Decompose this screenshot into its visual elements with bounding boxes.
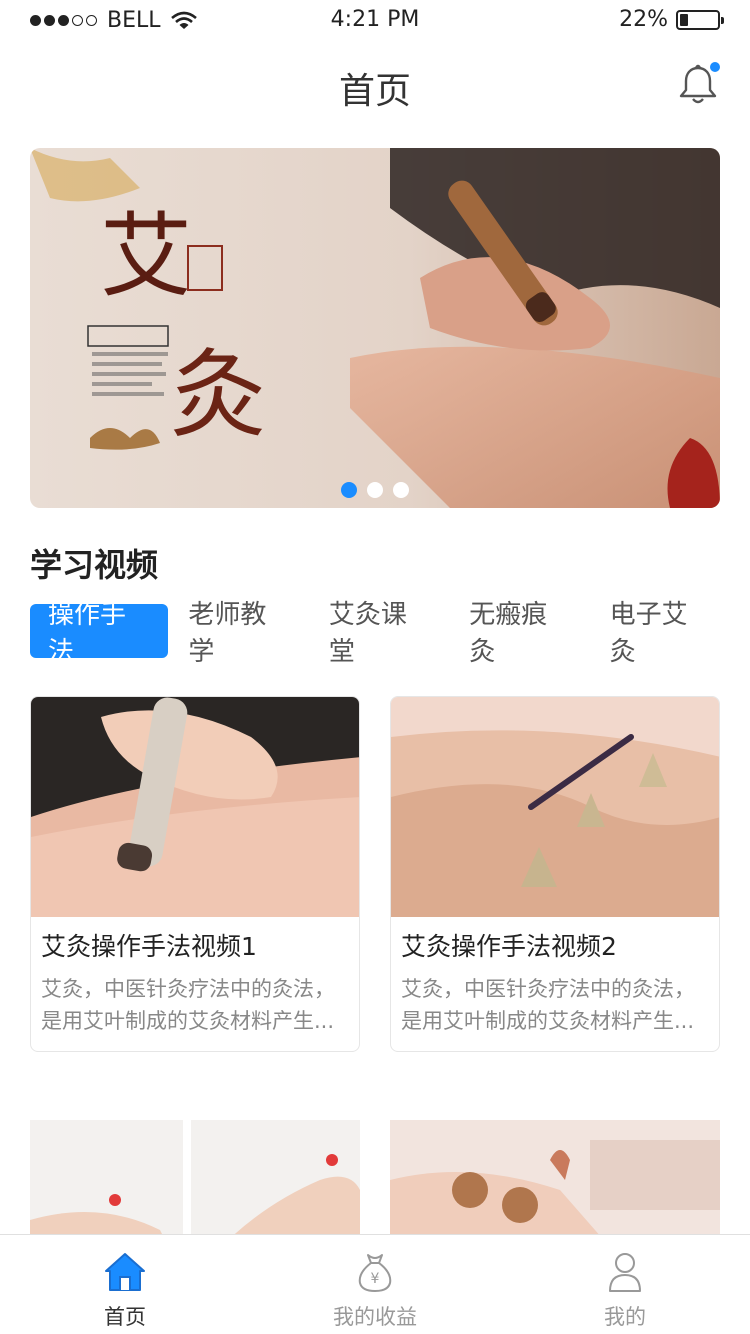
banner-image: 艾 灸 bbox=[30, 148, 720, 508]
svg-text:艾: 艾 bbox=[100, 203, 192, 310]
tabbar-label: 首页 bbox=[104, 1305, 146, 1329]
banner-dot[interactable] bbox=[341, 482, 357, 498]
tabbar-item-profile[interactable]: 我的 bbox=[500, 1235, 750, 1334]
money-bag-icon: ¥ bbox=[358, 1254, 392, 1293]
home-icon bbox=[105, 1253, 145, 1291]
svg-text:灸: 灸 bbox=[170, 339, 266, 451]
video-card[interactable]: 艾灸操作手法视频2 艾灸，中医针灸疗法中的灸法，是用艾叶制成的艾灸材料产生... bbox=[390, 696, 720, 1052]
video-card-body: 艾灸操作手法视频1 艾灸，中医针灸疗法中的灸法，是用艾叶制成的艾灸材料产生... bbox=[31, 917, 359, 1051]
battery-percent: 22% bbox=[619, 7, 668, 32]
tabbar-item-earnings[interactable]: ¥ 我的收益 bbox=[250, 1235, 500, 1334]
battery-status: 22% bbox=[619, 7, 724, 32]
video-thumbnail bbox=[31, 697, 359, 917]
nav-bar: 首页 bbox=[0, 40, 750, 128]
notification-button[interactable] bbox=[678, 62, 720, 106]
tab-classroom[interactable]: 艾灸课堂 bbox=[311, 600, 449, 667]
video-card[interactable] bbox=[30, 1085, 360, 1235]
banner-carousel[interactable]: 艾 灸 bbox=[30, 148, 720, 508]
video-card-body: 艾灸操作手法视频2 艾灸，中医针灸疗法中的灸法，是用艾叶制成的艾灸材料产生... bbox=[391, 917, 719, 1051]
video-thumbnail bbox=[390, 1120, 720, 1235]
banner-dot[interactable] bbox=[367, 482, 383, 498]
video-thumbnail bbox=[30, 1120, 360, 1235]
video-title: 艾灸操作手法视频2 bbox=[401, 932, 617, 961]
video-thumbnail bbox=[391, 697, 719, 917]
tab-scarless[interactable]: 无瘢痕灸 bbox=[451, 600, 589, 667]
video-card[interactable] bbox=[390, 1085, 720, 1235]
tab-teacher[interactable]: 老师教学 bbox=[170, 600, 308, 667]
video-description: 艾灸，中医针灸疗法中的灸法，是用艾叶制成的艾灸材料产生... bbox=[41, 977, 335, 1033]
svg-text:¥: ¥ bbox=[371, 1271, 380, 1287]
battery-fill bbox=[680, 13, 688, 26]
unread-badge bbox=[710, 62, 720, 72]
tab-electronic[interactable]: 电子艾灸 bbox=[592, 600, 730, 667]
tab-operation[interactable]: 操作手法 bbox=[30, 600, 169, 667]
category-tabs: 操作手法 老师教学 艾灸课堂 无瘢痕灸 电子艾灸 bbox=[30, 600, 730, 667]
battery-icon bbox=[676, 9, 724, 30]
banner-dot[interactable] bbox=[393, 482, 409, 498]
section-title: 学习视频 bbox=[30, 546, 159, 584]
video-title: 艾灸操作手法视频1 bbox=[41, 932, 257, 961]
video-card[interactable]: 艾灸操作手法视频1 艾灸，中医针灸疗法中的灸法，是用艾叶制成的艾灸材料产生... bbox=[30, 696, 360, 1052]
tabbar-item-home[interactable]: 首页 bbox=[0, 1235, 250, 1334]
tabbar-label: 我的 bbox=[604, 1305, 646, 1329]
tabbar-label: 我的收益 bbox=[333, 1305, 417, 1329]
banner-pagination bbox=[30, 482, 720, 498]
page-title: 首页 bbox=[338, 71, 411, 112]
status-bar: BELL 4:21 PM 22% bbox=[0, 0, 750, 40]
user-icon bbox=[609, 1253, 641, 1292]
bottom-tab-bar: 首页 ¥ 我的收益 我的 bbox=[0, 1234, 750, 1334]
video-description: 艾灸，中医针灸疗法中的灸法，是用艾叶制成的艾灸材料产生... bbox=[401, 977, 695, 1033]
